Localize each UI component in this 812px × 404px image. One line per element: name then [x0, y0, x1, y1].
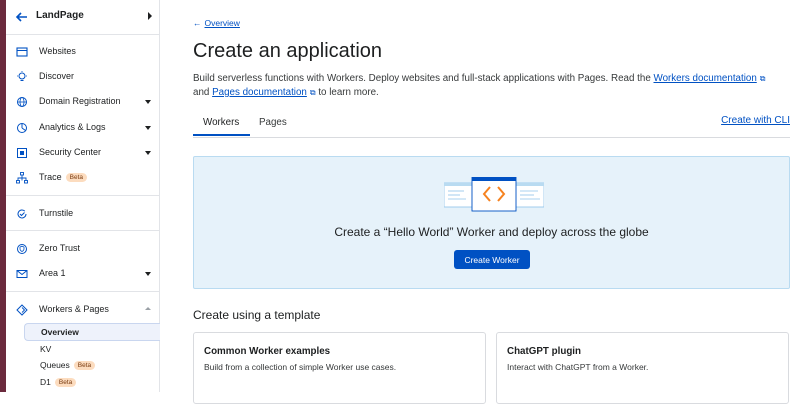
sidebar-subitem-label: D1 Beta: [40, 377, 77, 387]
sidebar-subitem-label: KV: [40, 344, 52, 354]
sidebar-subitem-d1[interactable]: D1 Beta: [24, 374, 159, 390]
template-card-common-worker-examples[interactable]: Common Worker examples Build from a coll…: [193, 332, 486, 404]
sidebar-item-discover[interactable]: Discover: [6, 66, 159, 88]
globe-icon: [17, 97, 27, 107]
chevron-down-icon[interactable]: [145, 100, 151, 104]
sidebar-divider: [6, 291, 159, 292]
card-title: Common Worker examples: [204, 346, 331, 357]
sidebar-item-label: Discover: [39, 71, 75, 81]
mail-icon: [16, 270, 28, 278]
sidebar-item-label: Turnstile: [39, 208, 74, 218]
sidebar-subitem-kv[interactable]: KV: [24, 341, 159, 357]
sidebar-item-analytics-logs[interactable]: Analytics & Logs: [6, 117, 159, 139]
hello-world-panel: Create a “Hello World” Worker and deploy…: [193, 156, 790, 289]
breadcrumb-link[interactable]: Overview: [205, 18, 240, 28]
card-subtitle: Interact with ChatGPT from a Worker.: [507, 362, 649, 372]
active-tab-indicator: [193, 134, 250, 136]
d1-label-text: D1: [40, 377, 51, 387]
trace-label-text: Trace: [39, 172, 62, 182]
code-window-illustration: [444, 177, 544, 212]
breadcrumb[interactable]: ← Overview: [193, 18, 240, 28]
security-center-icon: [17, 148, 27, 158]
beta-badge: Beta: [65, 173, 88, 182]
pie-chart-icon: [17, 123, 27, 133]
description-text: Build serverless functions with Workers.…: [193, 73, 651, 84]
arrow-left-icon[interactable]: [14, 9, 30, 25]
description-end: to learn more.: [318, 87, 379, 98]
sidebar-item-label: Security Center: [39, 147, 102, 157]
external-link-icon: ⧉: [309, 88, 316, 97]
chevron-down-icon[interactable]: [145, 151, 151, 155]
sidebar-item-label: Trace Beta: [39, 172, 88, 182]
template-section-heading: Create using a template: [193, 308, 321, 322]
chevron-down-icon[interactable]: [145, 126, 151, 130]
sidebar-item-label: Websites: [39, 46, 76, 56]
card-title: ChatGPT plugin: [507, 346, 582, 357]
sidebar-item-label: Zero Trust: [39, 243, 81, 253]
sidebar-item-label: Workers & Pages: [39, 304, 109, 314]
description-and: and: [193, 87, 210, 98]
sidebar-subitem-label: Overview: [41, 327, 79, 337]
network-tree-icon: [16, 172, 28, 184]
beta-badge: Beta: [54, 378, 77, 387]
tab-pages[interactable]: Pages: [259, 117, 287, 128]
tab-bar: Workers Pages Create with CLI: [193, 112, 790, 138]
sidebar-item-turnstile[interactable]: Turnstile: [6, 203, 159, 225]
sidebar-item-workers-pages[interactable]: Workers & Pages: [6, 299, 159, 321]
queues-label-text: Queues: [40, 360, 70, 370]
chevron-up-icon[interactable]: [145, 307, 151, 310]
sidebar: LandPage Websites Discover Domain Regist…: [6, 0, 160, 392]
sidebar-item-security-center[interactable]: Security Center: [6, 142, 159, 164]
shield-icon: [17, 244, 27, 254]
sidebar-header: LandPage: [6, 0, 159, 35]
sidebar-divider: [6, 230, 159, 231]
turnstile-icon: [17, 209, 27, 219]
sidebar-item-trace[interactable]: Trace Beta: [6, 167, 159, 189]
sidebar-item-websites[interactable]: Websites: [6, 41, 159, 63]
sidebar-subitem-label: Queues Beta: [40, 360, 96, 370]
chevron-down-icon[interactable]: [145, 272, 151, 276]
sidebar-item-label: Analytics & Logs: [39, 122, 106, 132]
pages-documentation-link[interactable]: Pages documentation: [212, 87, 307, 98]
sidebar-item-label: Area 1: [39, 268, 66, 278]
browser-window-icon: [16, 47, 28, 57]
account-name[interactable]: LandPage: [36, 10, 84, 21]
hero-heading: Create a “Hello World” Worker and deploy…: [334, 225, 649, 239]
sidebar-item-area-1[interactable]: Area 1: [6, 263, 159, 285]
sidebar-item-domain-registration[interactable]: Domain Registration: [6, 91, 159, 113]
sidebar-subitem-queues[interactable]: Queues Beta: [24, 357, 159, 373]
create-with-cli-link[interactable]: Create with CLI: [721, 115, 790, 126]
sidebar-divider: [6, 195, 159, 196]
external-link-icon: ⧉: [759, 74, 766, 83]
tab-workers[interactable]: Workers: [203, 117, 239, 128]
page-description: Build serverless functions with Workers.…: [193, 72, 783, 100]
card-subtitle: Build from a collection of simple Worker…: [204, 362, 397, 372]
template-card-chatgpt-plugin[interactable]: ChatGPT plugin Interact with ChatGPT fro…: [496, 332, 789, 404]
lightbulb-icon: [17, 71, 27, 81]
beta-badge: Beta: [73, 361, 96, 370]
sidebar-item-zero-trust[interactable]: Zero Trust: [6, 238, 159, 260]
sidebar-subitem-overview[interactable]: Overview: [24, 323, 160, 341]
page-title: Create an application: [193, 40, 383, 62]
create-worker-button[interactable]: Create Worker: [454, 250, 530, 269]
caret-right-icon[interactable]: [148, 12, 152, 20]
workers-documentation-link[interactable]: Workers documentation: [654, 73, 757, 84]
sidebar-item-label: Domain Registration: [39, 96, 121, 106]
workers-icon: [16, 304, 28, 316]
arrow-left-icon: ←: [193, 18, 202, 28]
